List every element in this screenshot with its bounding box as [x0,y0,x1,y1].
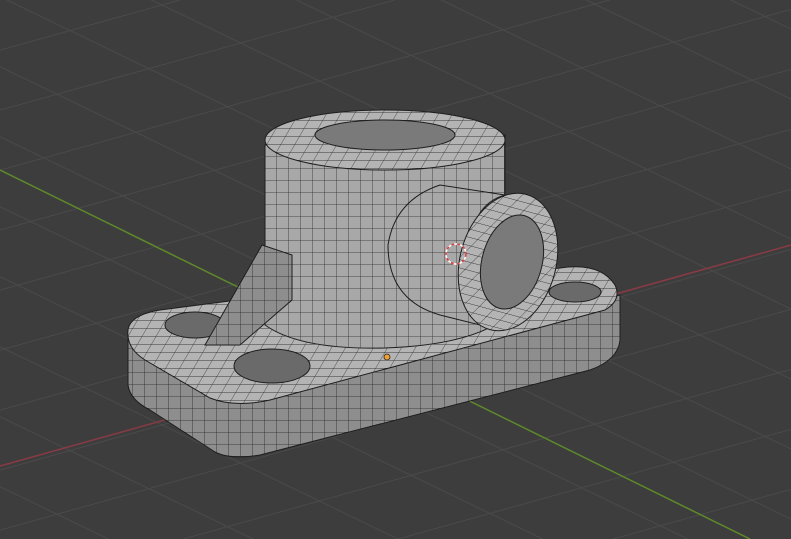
grid-line [0,0,180,51]
viewport-canvas[interactable] [0,0,791,539]
base-hole-front [233,348,311,384]
base-hole-right [548,281,602,303]
grid-line [0,486,109,539]
object-origin-icon [383,353,391,361]
grid-line [398,428,791,539]
grid-line [0,0,395,111]
3d-viewport[interactable] [0,0,791,539]
main-cylinder-bore [314,119,456,151]
mesh-object[interactable] [127,109,621,458]
grid-line [585,0,791,100]
grid-line [612,488,791,539]
grid-line [730,0,791,30]
